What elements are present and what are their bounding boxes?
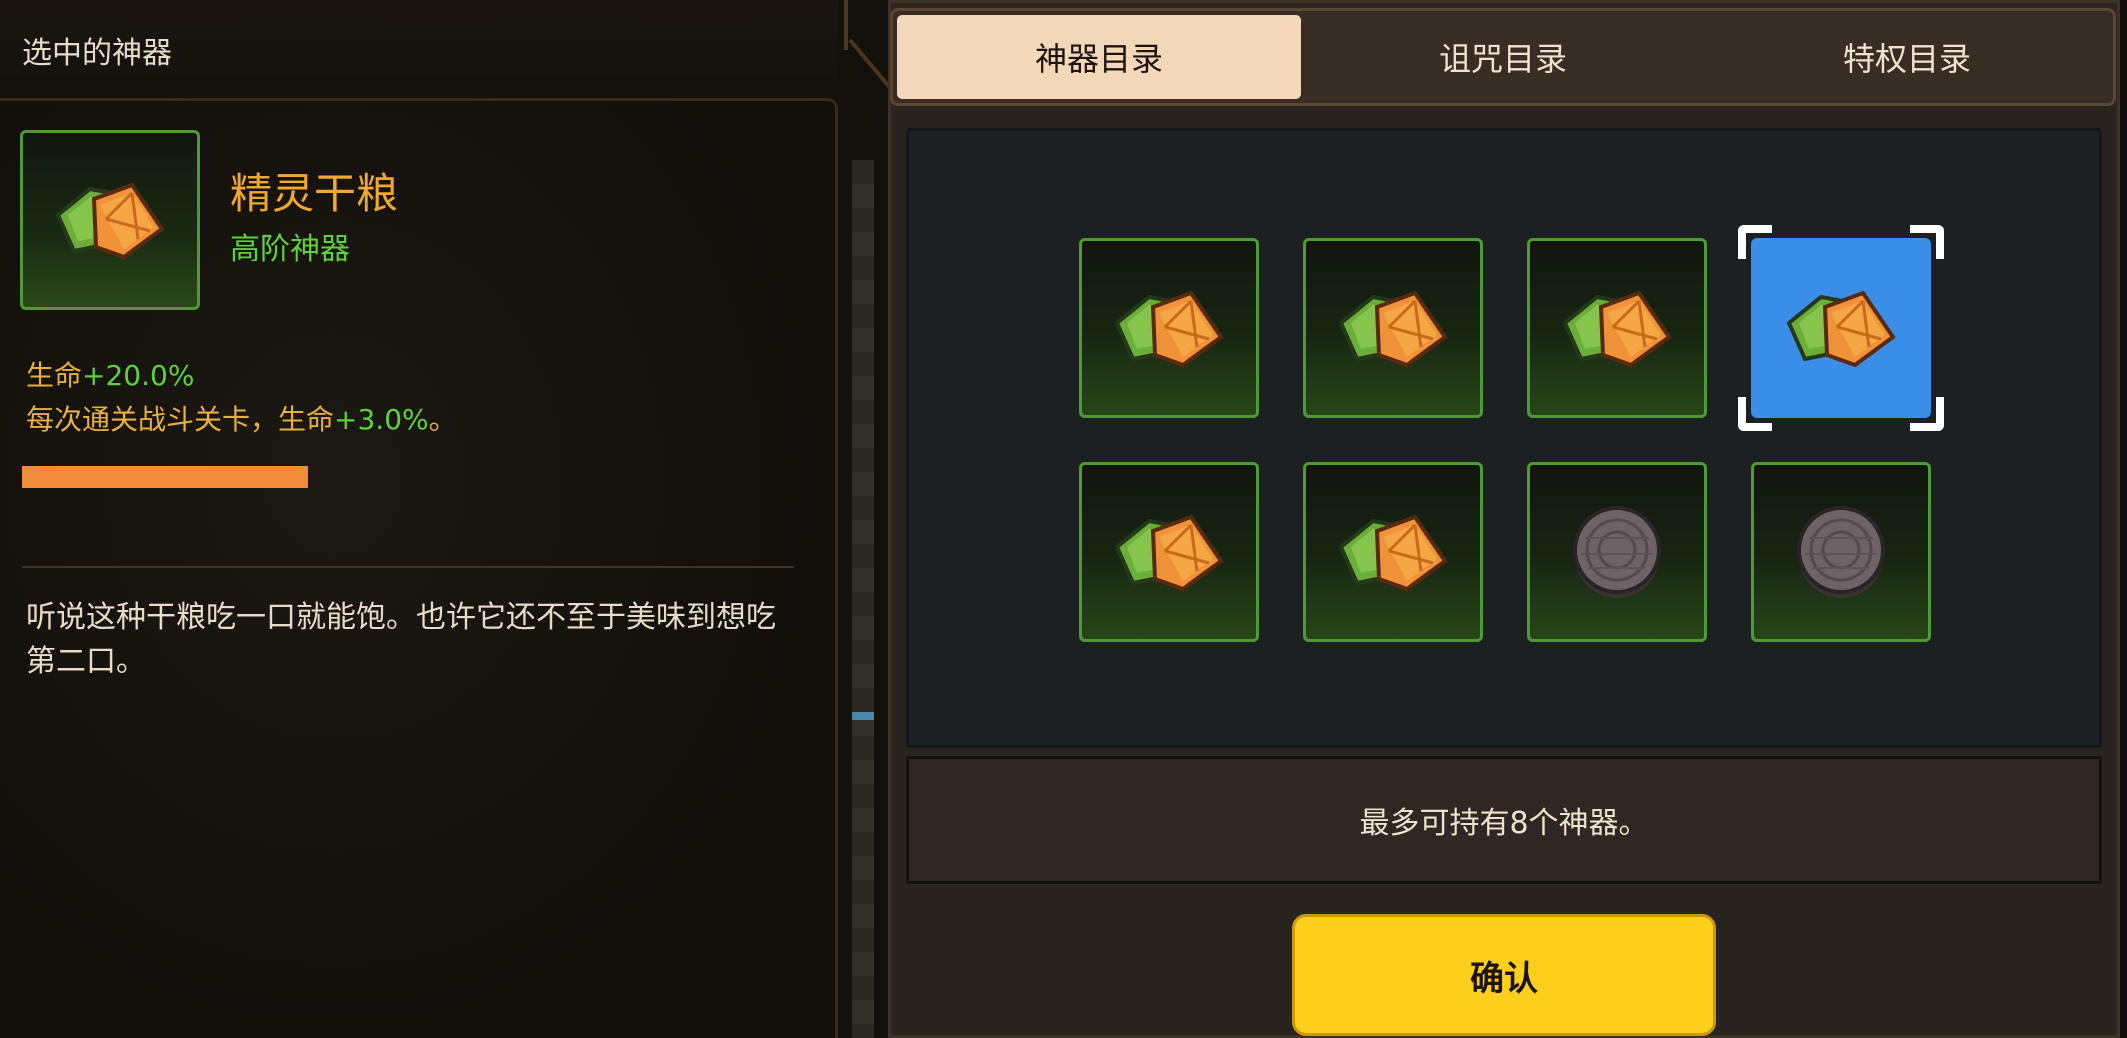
- item-rarity: 高阶神器: [230, 232, 350, 267]
- tab-curse-catalog[interactable]: 诅咒目录: [1301, 15, 1705, 99]
- dry-ration-icon: [1557, 283, 1677, 373]
- selected-artifact-title: 选中的神器: [22, 36, 172, 71]
- capacity-info: 最多可持有8个神器。: [906, 756, 2102, 884]
- artifact-slot-7[interactable]: [1527, 462, 1707, 642]
- dry-ration-icon: [1333, 283, 1453, 373]
- stat-value: +20.0%: [82, 359, 195, 392]
- selected-item-icon-frame: [20, 130, 200, 310]
- background-strip-accent: [852, 712, 874, 720]
- artifact-slot-2[interactable]: [1303, 238, 1483, 418]
- stone-disc-icon: [1793, 504, 1889, 600]
- rarity-bar: [22, 466, 308, 488]
- stat-label: 每次通关战斗关卡，生命: [26, 403, 335, 436]
- stat-label: 生命: [26, 359, 83, 392]
- dry-ration-icon: [1781, 283, 1901, 373]
- stone-disc-icon: [1569, 504, 1665, 600]
- selection-corner: [1738, 225, 1772, 259]
- selection-corner: [1910, 397, 1944, 431]
- catalog-tabs: 神器目录 诅咒目录 特权目录: [890, 8, 2116, 106]
- dry-ration-icon: [1333, 507, 1453, 597]
- artifact-slot-8[interactable]: [1751, 462, 1931, 642]
- selection-corner: [1910, 225, 1944, 259]
- dry-ration-icon: [1109, 283, 1229, 373]
- artifact-grid: [906, 128, 2102, 748]
- stat-suffix: 。: [428, 403, 457, 436]
- dry-ration-icon: [50, 175, 170, 265]
- item-name: 精灵干粮: [230, 169, 399, 218]
- item-description: 听说这种干粮吃一口就能饱。也许它还不至于美味到想吃第二口。: [26, 600, 776, 679]
- artifact-slot-1[interactable]: [1079, 238, 1259, 418]
- background-strip: [852, 160, 874, 1038]
- artifact-slot-6[interactable]: [1303, 462, 1483, 642]
- left-header: 选中的神器: [0, 0, 845, 98]
- tab-privilege-catalog[interactable]: 特权目录: [1705, 15, 2109, 99]
- artifact-slot-4-selected[interactable]: [1738, 225, 1944, 431]
- stat-line-2: 每次通关战斗关卡，生命+3.0%。: [26, 398, 457, 438]
- tab-artifact-catalog[interactable]: 神器目录: [897, 15, 1301, 99]
- selection-corner: [1738, 397, 1772, 431]
- stat-line-1: 生命+20.0%: [26, 354, 194, 394]
- stat-value: +3.0%: [334, 403, 429, 436]
- artifact-slot-5[interactable]: [1079, 462, 1259, 642]
- divider: [22, 566, 794, 568]
- confirm-button[interactable]: 确认: [1292, 914, 1716, 1036]
- artifact-slot-3[interactable]: [1527, 238, 1707, 418]
- connector-line: [844, 0, 848, 50]
- dry-ration-icon: [1109, 507, 1229, 597]
